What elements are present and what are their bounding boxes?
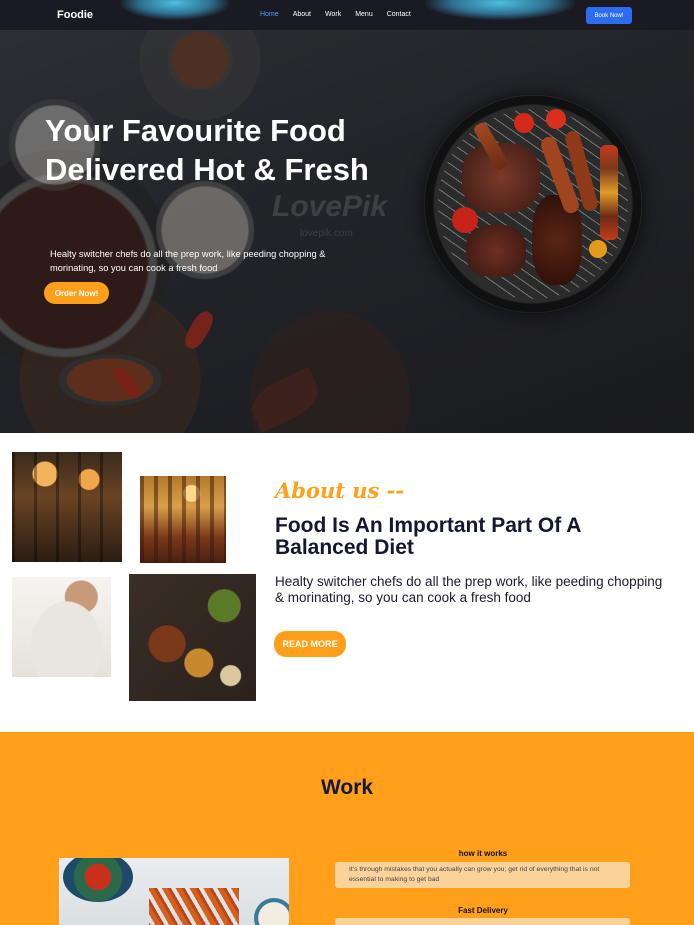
steak — [466, 225, 526, 277]
step-label: how it works — [458, 849, 508, 858]
watermark-logo: LovePik — [272, 190, 388, 223]
order-now-button[interactable]: Order Now! — [44, 282, 109, 304]
food-bowls-image — [59, 858, 289, 925]
restaurant-interior-image — [12, 452, 122, 562]
navbar-glow — [425, 0, 575, 20]
about-description: Healty switcher chefs do all the prep wo… — [275, 574, 675, 606]
hero-section: LovePik lovepik.com Foodie Home About Wo… — [0, 0, 694, 433]
nav-link-work[interactable]: Work — [325, 11, 341, 18]
nav-link-menu[interactable]: Menu — [355, 11, 373, 18]
nav-link-about[interactable]: About — [293, 11, 311, 18]
salad-plate-image — [12, 577, 111, 677]
grill-food-image — [424, 95, 642, 313]
about-description-line: Healty switcher chefs do all the prep wo… — [275, 574, 663, 589]
yellow-pepper — [589, 240, 607, 258]
tomato — [546, 109, 566, 129]
skewer — [600, 145, 618, 240]
hero-description: Healty switcher chefs do all the prep wo… — [50, 249, 326, 273]
navbar: Foodie Home About Work Menu Contact Book… — [0, 0, 694, 30]
watermark-url: lovepik.com — [300, 228, 353, 239]
brand-logo[interactable]: Foodie — [57, 9, 93, 21]
read-more-button[interactable]: READ MORE — [274, 631, 346, 657]
red-pepper — [452, 207, 478, 233]
hero-title: Your Favourite Food Delivered Hot & Fres… — [45, 113, 369, 187]
grilled-platter-image — [129, 574, 256, 701]
step-description — [335, 918, 630, 925]
work-title: Work — [320, 776, 374, 799]
bowl — [63, 858, 133, 902]
about-kicker: About us -- — [275, 478, 405, 503]
step-label: Fast Delivery — [458, 906, 508, 915]
dining-room-image — [140, 476, 226, 563]
nav-link-home[interactable]: Home — [260, 11, 279, 18]
dip-bowl — [254, 898, 289, 925]
tomato — [514, 113, 534, 133]
work-section: Work how it works It's through mistakes … — [0, 732, 694, 925]
nav-links: Home About Work Menu Contact — [260, 11, 411, 18]
book-now-button[interactable]: Book Now! — [586, 7, 632, 24]
nav-link-contact[interactable]: Contact — [387, 11, 411, 18]
navbar-glow — [120, 0, 230, 20]
step-description: It's through mistakes that you actually … — [335, 862, 630, 888]
about-description-line: & morinating, so you can cook a fresh fo… — [275, 590, 531, 605]
sweet-potato-fries — [149, 888, 239, 925]
about-title: Food Is An Important Part Of A Balanced … — [275, 514, 581, 559]
